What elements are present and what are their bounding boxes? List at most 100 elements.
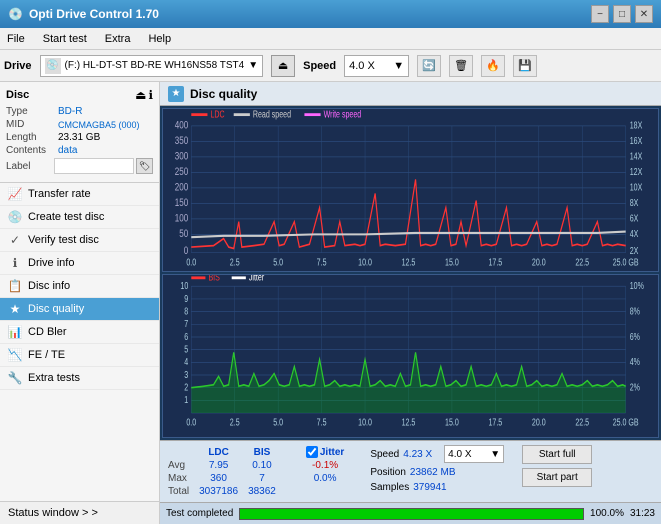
mid-label: MID (6, 119, 58, 130)
svg-text:8: 8 (184, 305, 188, 316)
app-icon: 💿 (8, 7, 23, 21)
svg-text:22.5: 22.5 (575, 256, 589, 267)
bottom-chart-svg: 10 9 8 7 6 5 4 3 2 1 10% 8% 6% 4% 2% (163, 275, 658, 437)
total-ldc: 3037186 (197, 485, 246, 498)
disc-length-row: Length 23.31 GB (6, 132, 153, 143)
minimize-button[interactable]: − (591, 5, 609, 23)
disc-label-row: Label 🏷 (6, 158, 153, 174)
menu-bar: File Start test Extra Help (0, 28, 661, 50)
menu-file[interactable]: File (4, 32, 28, 46)
disc-mid-row: MID CMCMAGBA5 (000) (6, 119, 153, 130)
disc-panel: Disc ⏏ ℹ Type BD-R MID CMCMAGBA5 (000) L… (0, 82, 159, 183)
sidebar-item-drive-info[interactable]: ℹ Drive info (0, 252, 159, 275)
sidebar-item-extra-tests[interactable]: 🔧 Extra tests (0, 367, 159, 390)
top-chart-svg: 400 350 300 250 200 150 100 50 0 18X 16X… (163, 109, 658, 271)
top-chart: 400 350 300 250 200 150 100 50 0 18X 16X… (162, 108, 659, 272)
drive-selector[interactable]: 💿 (F:) HL-DT-ST BD-RE WH16NS58 TST4 ▼ (40, 55, 264, 77)
speed-stat-selector[interactable]: 4.0 X ▼ (444, 445, 504, 463)
menu-help[interactable]: Help (145, 32, 174, 46)
drive-label: Drive (4, 60, 32, 72)
svg-text:12.5: 12.5 (402, 417, 416, 428)
bottom-chart: 10 9 8 7 6 5 4 3 2 1 10% 8% 6% 4% 2% (162, 274, 659, 438)
sidebar-item-disc-info[interactable]: 📋 Disc info (0, 275, 159, 298)
start-full-button[interactable]: Start full (522, 445, 592, 464)
disc-label-button[interactable]: 🏷 (136, 158, 153, 174)
progress-status: Test completed (166, 508, 233, 519)
disc-type-row: Type BD-R (6, 106, 153, 117)
status-window-button[interactable]: Status window > > (0, 501, 159, 524)
total-bis: 38362 (246, 485, 284, 498)
toolbar-refresh-button[interactable]: 🔄 (417, 55, 441, 77)
avg-jitter: -0.1% (304, 459, 352, 472)
samples-value: 379941 (413, 482, 446, 493)
sidebar: Disc ⏏ ℹ Type BD-R MID CMCMAGBA5 (000) L… (0, 82, 160, 524)
window-controls: − □ ✕ (591, 5, 653, 23)
nav-disc-quality-label: Disc quality (28, 303, 84, 315)
toolbar-burn-button[interactable]: 🔥 (481, 55, 505, 77)
svg-text:8%: 8% (630, 305, 641, 316)
sidebar-item-cd-bler[interactable]: 📊 CD Bler (0, 321, 159, 344)
content-area: ★ Disc quality (160, 82, 661, 524)
sidebar-item-disc-quality[interactable]: ★ Disc quality (0, 298, 159, 321)
svg-text:7.5: 7.5 (317, 256, 327, 267)
jitter-checkbox[interactable] (306, 446, 318, 458)
svg-text:25.0 GB: 25.0 GB (613, 256, 639, 267)
create-test-disc-icon: 💿 (8, 210, 22, 224)
speed-row: Speed 4.23 X 4.0 X ▼ (370, 445, 504, 463)
svg-text:1: 1 (184, 394, 188, 405)
svg-text:2: 2 (184, 381, 188, 392)
svg-text:250: 250 (175, 166, 189, 179)
speed-stat-value: 4.23 X (403, 449, 432, 460)
svg-text:17.5: 17.5 (488, 256, 502, 267)
svg-text:5: 5 (184, 343, 188, 354)
svg-text:350: 350 (175, 135, 189, 148)
verify-test-disc-icon: ✓ (8, 233, 22, 247)
svg-text:2X: 2X (630, 245, 639, 256)
sidebar-item-create-test-disc[interactable]: 💿 Create test disc (0, 206, 159, 229)
svg-text:6%: 6% (630, 331, 641, 342)
svg-text:22.5: 22.5 (575, 417, 589, 428)
length-label: Length (6, 132, 58, 143)
chart-area: 400 350 300 250 200 150 100 50 0 18X 16X… (160, 106, 661, 440)
sidebar-item-verify-test-disc[interactable]: ✓ Verify test disc (0, 229, 159, 252)
svg-text:5.0: 5.0 (273, 256, 283, 267)
svg-text:10.0: 10.0 (358, 417, 372, 428)
svg-text:10.0: 10.0 (358, 256, 372, 267)
svg-text:25.0 GB: 25.0 GB (613, 417, 639, 428)
svg-text:6: 6 (184, 331, 188, 342)
svg-text:2%: 2% (630, 381, 641, 392)
sidebar-item-transfer-rate[interactable]: 📈 Transfer rate (0, 183, 159, 206)
menu-start-test[interactable]: Start test (40, 32, 90, 46)
disc-info-icon[interactable]: ℹ (148, 88, 153, 102)
speed-selector[interactable]: 4.0 X ▼ (344, 55, 409, 77)
position-value: 23862 MB (410, 467, 456, 478)
start-part-button[interactable]: Start part (522, 468, 592, 487)
svg-text:2.5: 2.5 (230, 417, 240, 428)
svg-text:5.0: 5.0 (273, 417, 283, 428)
maximize-button[interactable]: □ (613, 5, 631, 23)
svg-text:0.0: 0.0 (186, 417, 196, 428)
toolbar: Drive 💿 (F:) HL-DT-ST BD-RE WH16NS58 TST… (0, 50, 661, 82)
avg-label: Avg (166, 459, 197, 472)
svg-text:7.5: 7.5 (317, 417, 327, 428)
drive-value: (F:) HL-DT-ST BD-RE WH16NS58 TST4 (65, 60, 245, 71)
svg-text:18X: 18X (630, 120, 643, 131)
svg-text:4%: 4% (630, 356, 641, 367)
svg-text:6X: 6X (630, 213, 639, 224)
samples-label: Samples (370, 482, 409, 493)
toolbar-save-button[interactable]: 💾 (513, 55, 537, 77)
menu-extra[interactable]: Extra (102, 32, 134, 46)
disc-label-input[interactable] (54, 158, 134, 174)
toolbar-erase-button[interactable]: 🗑 (449, 55, 473, 77)
close-button[interactable]: ✕ (635, 5, 653, 23)
speed-label: Speed (303, 60, 336, 72)
eject-button[interactable]: ⏏ (271, 55, 295, 77)
sidebar-item-fe-te[interactable]: 📉 FE / TE (0, 344, 159, 367)
extra-tests-icon: 🔧 (8, 371, 22, 385)
disc-eject-icon[interactable]: ⏏ (135, 88, 146, 102)
cd-bler-icon: 📊 (8, 325, 22, 339)
nav-drive-info-label: Drive info (28, 257, 74, 269)
nav-transfer-rate-label: Transfer rate (28, 188, 91, 200)
disc-quality-icon: ★ (8, 302, 22, 316)
stats-panel: LDC BIS Jitter Avg 7.95 0.10 -0.1% (160, 440, 661, 502)
